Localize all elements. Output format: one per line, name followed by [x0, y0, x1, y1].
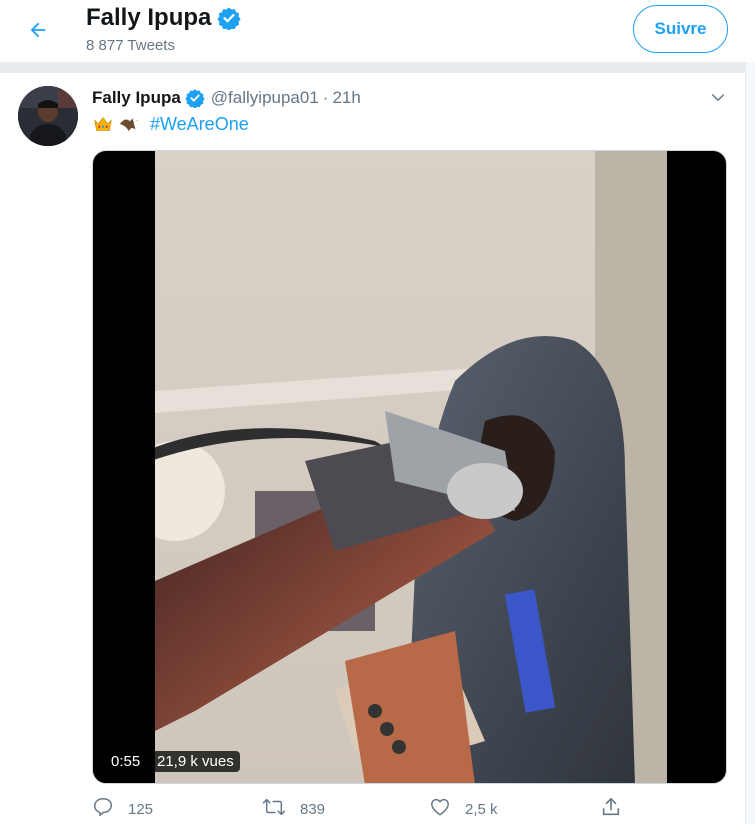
avatar[interactable] — [18, 86, 78, 146]
reply-icon — [92, 796, 114, 822]
retweet-button[interactable]: 839 — [262, 796, 325, 822]
chevron-down-icon[interactable] — [705, 85, 731, 111]
tweet-author-name[interactable]: Fally Ipupa — [92, 88, 181, 108]
tweet-timestamp[interactable]: 21h — [332, 88, 360, 108]
like-button[interactable]: 2,5 k — [429, 796, 498, 822]
eagle-emoji-icon — [118, 113, 140, 135]
like-count: 2,5 k — [465, 800, 498, 818]
tweet-actions: 125 839 2,5 k — [92, 796, 632, 824]
tweet-count: 8 877 Tweets — [86, 37, 175, 54]
separator-dot: · — [322, 88, 329, 107]
share-icon — [600, 796, 622, 822]
hashtag-link[interactable]: #WeAreOne — [150, 114, 249, 135]
video-duration: 0:55 — [105, 751, 147, 772]
header-title: Fally Ipupa — [86, 4, 241, 32]
video-view-count: 21,9 k vues — [151, 751, 240, 772]
retweet-icon — [262, 796, 286, 822]
verified-badge-icon — [217, 6, 241, 30]
video-player[interactable]: 0:55 21,9 k vues — [92, 150, 727, 784]
verified-badge-icon — [185, 88, 205, 108]
section-divider — [0, 62, 745, 73]
tweet-text: #WeAreOne — [92, 113, 249, 135]
profile-header: Fally Ipupa 8 877 Tweets Suivre — [0, 0, 755, 62]
tweet-handle[interactable]: @fallyipupa01 — [211, 88, 319, 108]
heart-icon — [429, 796, 451, 822]
tweet-header: Fally Ipupa @fallyipupa01 · 21h — [92, 88, 361, 108]
reply-button[interactable]: 125 — [92, 796, 153, 822]
follow-button[interactable]: Suivre — [633, 5, 728, 53]
back-arrow-icon[interactable] — [22, 14, 54, 46]
scrollbar[interactable] — [745, 62, 755, 824]
retweet-count: 839 — [300, 800, 326, 818]
reply-count: 125 — [128, 800, 154, 818]
video-thumbnail[interactable] — [155, 151, 667, 783]
share-button[interactable] — [600, 796, 622, 822]
header-name: Fally Ipupa — [86, 4, 212, 31]
crown-emoji-icon — [92, 113, 114, 135]
